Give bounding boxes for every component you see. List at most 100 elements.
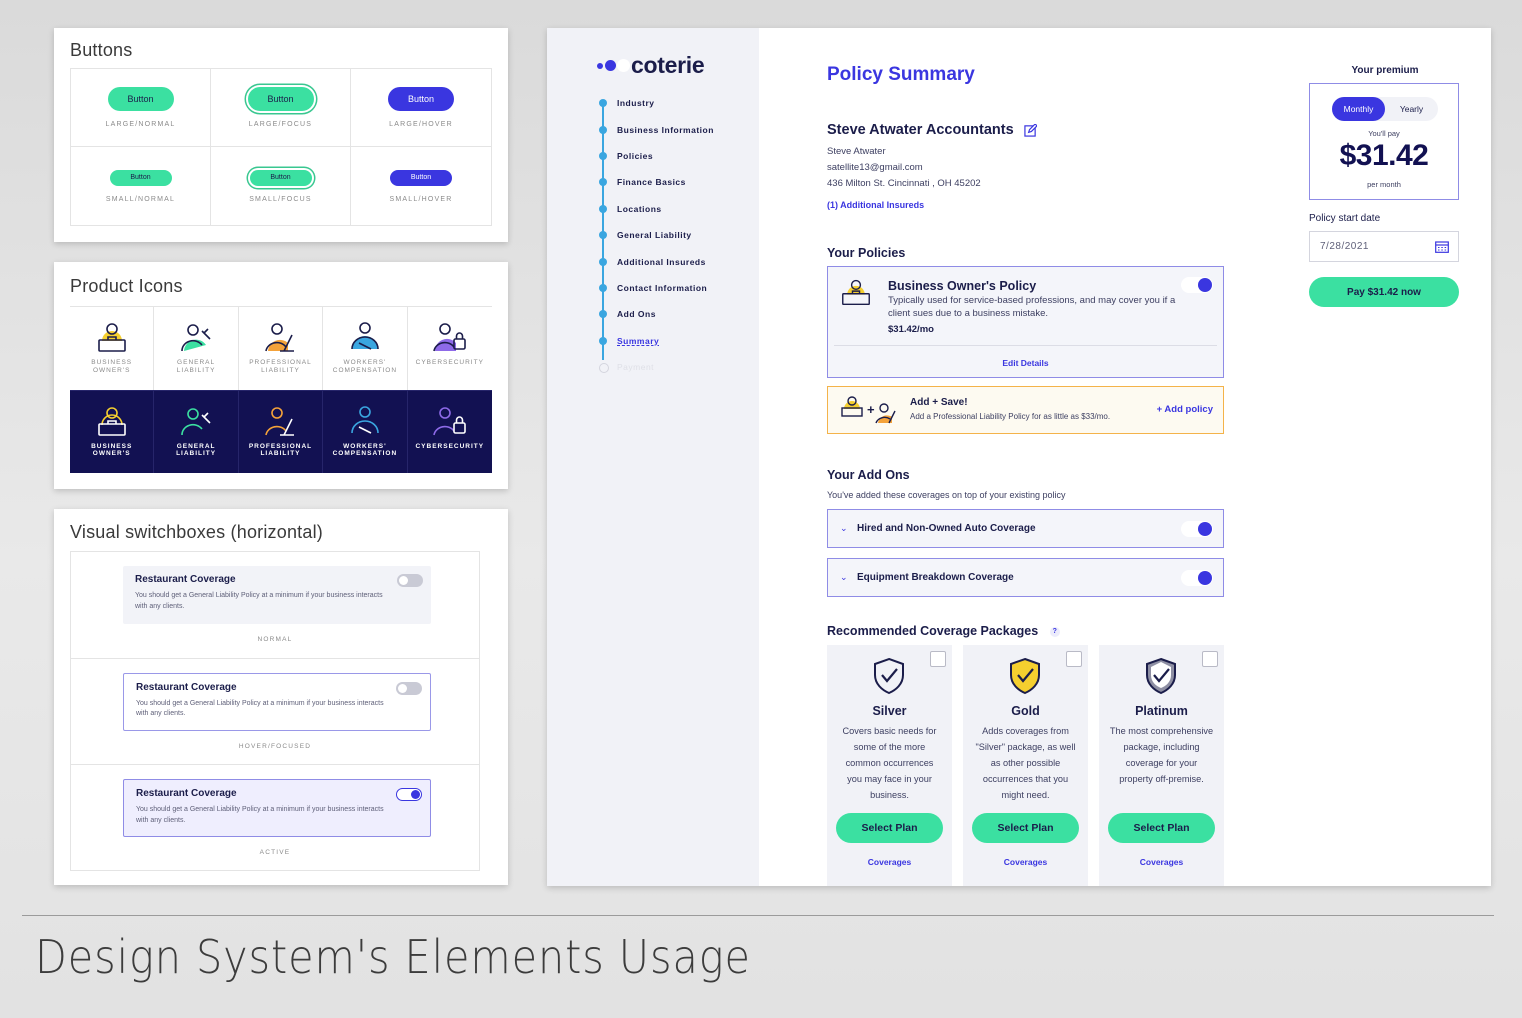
button-caption: LARGE/HOVER (389, 121, 453, 128)
logo-text: coterie (631, 52, 705, 78)
package-description: The most comprehensive package, includin… (1109, 726, 1214, 784)
icon-label: CYBERSECURITY (415, 442, 485, 450)
switch-caption: ACTIVE (259, 849, 291, 857)
button-caption: SMALL/HOVER (389, 195, 453, 203)
additional-insureds-link[interactable]: (1) Additional Insureds (827, 200, 924, 210)
select-plan-button[interactable]: Select Plan (1108, 813, 1215, 843)
divider (834, 345, 1217, 346)
button-caption: SMALL/NORMAL (105, 195, 176, 203)
professional-liability-icon (265, 406, 295, 436)
icon-cell-dark: CYBERSECURITY (407, 389, 492, 473)
package-name: Silver (872, 704, 907, 718)
switch-caption: NORMAL (257, 636, 293, 643)
toggle-switch[interactable] (396, 788, 422, 802)
toggle-switch[interactable] (396, 681, 422, 695)
packages-heading-text: Recommended Coverage Packages (827, 624, 1039, 638)
switchbox-active[interactable]: Restaurant Coverage You should get a Gen… (123, 779, 431, 838)
step-add-ons[interactable]: Add Ons (599, 301, 714, 327)
cybersecurity-icon (433, 323, 466, 352)
step-finance-basics[interactable]: Finance Basics (599, 169, 714, 195)
step-additional-insureds[interactable]: Additional Insureds (599, 248, 714, 274)
package-description: Covers basic needs for some of the more … (842, 726, 937, 800)
start-date-label: Policy start date (1309, 213, 1381, 224)
step-general-liability[interactable]: General Liability (599, 222, 714, 248)
coverages-link[interactable]: Coverages (963, 857, 1088, 867)
step-summary[interactable]: Summary (599, 328, 714, 354)
toggle-switch[interactable] (397, 574, 423, 587)
your-add-ons-heading: Your Add Ons (827, 468, 910, 482)
premium-box: Monthly Yearly You'll pay $31.42 per mon… (1309, 83, 1459, 200)
addon-toggle[interactable] (1181, 570, 1213, 586)
addon-row[interactable]: ⌄ Equipment Breakdown Coverage (827, 558, 1224, 597)
promo-title: Add + Save! (910, 397, 968, 408)
pay-now-button[interactable]: Pay $31.42 now (1309, 277, 1459, 307)
buttons-panel: Buttons Button LARGE/NORMAL Button LARGE… (54, 28, 508, 242)
chevron-down-icon[interactable]: ⌄ (840, 572, 848, 583)
package-checkbox[interactable] (1066, 651, 1082, 667)
icon-label: PROFESSIONAL LIABILITY (249, 359, 312, 374)
demo-button-small-normal[interactable]: Button (109, 169, 172, 186)
package-name: Platinum (1135, 704, 1188, 718)
policy-toggle[interactable] (1181, 277, 1213, 293)
step-locations[interactable]: Locations (599, 196, 714, 222)
package-name: Gold (1011, 704, 1040, 718)
product-icons-panel: Product Icons BUSINESS OWNER'S GENERAL L… (54, 262, 508, 489)
demo-button-large-focus[interactable]: Button (247, 87, 314, 111)
switchbox-hover[interactable]: Restaurant Coverage You should get a Gen… (123, 672, 431, 731)
footer-divider (22, 915, 1494, 916)
step-contact-information[interactable]: Contact Information (599, 275, 714, 301)
recommended-packages-heading: Recommended Coverage Packages ? (827, 624, 1060, 638)
addon-label: Hired and Non-Owned Auto Coverage (857, 523, 1036, 534)
icon-cell: BUSINESS OWNER'S (70, 306, 155, 390)
addon-row[interactable]: ⌄ Hired and Non-Owned Auto Coverage (827, 509, 1224, 548)
icon-cell-dark: GENERAL LIABILITY (154, 389, 239, 473)
shield-check-icon (1146, 657, 1176, 695)
select-plan-button[interactable]: Select Plan (972, 813, 1079, 843)
step-industry[interactable]: Industry (599, 90, 714, 116)
edit-details-link[interactable]: Edit Details (828, 358, 1223, 368)
promo-description: Add a Professional Liability Policy for … (910, 412, 1111, 421)
calendar-icon[interactable] (1435, 241, 1449, 253)
button-caption: SMALL/FOCUS (249, 195, 312, 203)
logo[interactable]: coterie (597, 52, 705, 79)
switchboxes-panel: Visual switchboxes (horizontal) Restaura… (54, 509, 508, 885)
button-cell: Button SMALL/HOVER (351, 147, 491, 225)
owner-name: Steve Atwater (827, 146, 886, 157)
icon-cell-dark: PROFESSIONAL LIABILITY (238, 389, 324, 473)
package-checkbox[interactable] (930, 651, 946, 667)
switchbox-title: Restaurant Coverage (135, 574, 236, 585)
demo-button-small-focus[interactable]: Button (249, 169, 312, 186)
step-policies[interactable]: Policies (599, 143, 714, 169)
demo-button-small-hover[interactable]: Button (390, 169, 452, 186)
page-title: Policy Summary (827, 64, 975, 85)
product-icons-title: Product Icons (70, 276, 183, 296)
icon-cell: CYBERSECURITY (407, 306, 492, 390)
package-description: Adds coverages from "Silver" package, as… (975, 726, 1076, 800)
business-owners-icon (97, 323, 126, 352)
demo-button-large-hover[interactable]: Button (388, 87, 454, 111)
chevron-down-icon[interactable]: ⌄ (840, 523, 848, 534)
switch-row: Restaurant Coverage You should get a Gen… (71, 552, 479, 659)
shield-check-icon (1010, 657, 1040, 695)
coverages-link[interactable]: Coverages (827, 857, 952, 867)
switch-row: Restaurant Coverage You should get a Gen… (71, 765, 479, 872)
package-checkbox[interactable] (1202, 651, 1218, 667)
step-business-information[interactable]: Business Information (599, 116, 714, 142)
business-owners-icon (842, 279, 870, 306)
select-plan-button[interactable]: Select Plan (836, 813, 943, 843)
professional-liability-icon (265, 323, 295, 352)
yearly-option[interactable]: Yearly (1385, 97, 1438, 121)
icon-label: BUSINESS OWNER'S (91, 442, 133, 458)
edit-icon[interactable] (1023, 123, 1037, 137)
switchbox-normal[interactable]: Restaurant Coverage You should get a Gen… (123, 566, 431, 624)
monthly-option[interactable]: Monthly (1332, 97, 1385, 121)
premium-period: per month (1367, 180, 1401, 189)
help-icon[interactable]: ? (1049, 626, 1060, 637)
coverages-link[interactable]: Coverages (1099, 857, 1224, 867)
demo-button-large-normal[interactable]: Button (107, 87, 174, 111)
icon-label: WORKERS' COMPENSATION (332, 359, 398, 374)
switchbox-desc: You should get a General Liability Polic… (136, 699, 384, 718)
add-policy-link[interactable]: + Add policy (1157, 404, 1213, 415)
addon-toggle[interactable] (1181, 521, 1213, 537)
business-details: Steve Atwater satellite13@gmail.com 436 … (827, 144, 981, 192)
